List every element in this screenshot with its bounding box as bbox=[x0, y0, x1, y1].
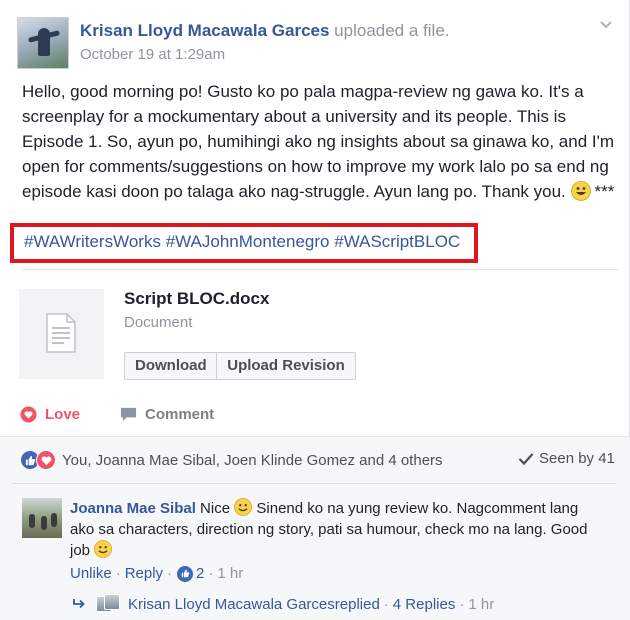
post-header: Krisan Lloyd Macawala Garces uploaded a … bbox=[80, 21, 450, 41]
action-bar: Love Comment bbox=[0, 398, 630, 434]
divider bbox=[22, 269, 618, 270]
author-name[interactable]: Krisan Lloyd Macawala Garces bbox=[80, 21, 329, 40]
post-text: Hello, good morning po! Gusto ko po pala… bbox=[22, 79, 618, 204]
post-timestamp[interactable]: October 19 at 1:29am bbox=[80, 46, 225, 63]
commenter-avatar[interactable] bbox=[22, 498, 62, 538]
replier-name[interactable]: Krisan Lloyd Macawala Garces bbox=[128, 596, 335, 613]
post-card: Krisan Lloyd Macawala Garces uploaded a … bbox=[0, 0, 630, 620]
comment-icon bbox=[120, 407, 137, 422]
separator: · bbox=[167, 565, 173, 582]
replied-text: replied bbox=[334, 595, 380, 613]
separator: · bbox=[115, 565, 121, 582]
replies-count[interactable]: 4 Replies bbox=[393, 596, 456, 613]
reactions-summary[interactable]: You, Joanna Mae Sibal, Joen Klinde Gomez… bbox=[20, 450, 443, 470]
divider bbox=[12, 483, 616, 484]
replies-link[interactable]: Krisan Lloyd Macawala Garces replied · 4… bbox=[72, 594, 494, 614]
comment-text-part: Nice bbox=[195, 500, 235, 517]
hashtags-highlight: #WAWritersWorks #WAJohnMontenegro #WAScr… bbox=[10, 223, 478, 263]
replier-avatars bbox=[96, 594, 120, 614]
reply-time: 1 hr bbox=[468, 595, 495, 613]
heart-icon bbox=[20, 406, 37, 423]
like-count-icon bbox=[177, 565, 194, 582]
file-name[interactable]: Script BLOC.docx bbox=[124, 289, 269, 309]
separator: · bbox=[459, 595, 465, 613]
love-reaction-icon bbox=[36, 450, 56, 470]
comment-label: Comment bbox=[145, 406, 215, 423]
download-button[interactable]: Download bbox=[124, 352, 217, 380]
hashtag-link[interactable]: #WAScriptBLOC bbox=[334, 232, 460, 251]
reply-arrow-icon bbox=[73, 599, 85, 609]
reactions-text: You, Joanna Mae Sibal, Joen Klinde Gomez… bbox=[62, 451, 443, 469]
comment-button[interactable]: Comment bbox=[120, 406, 214, 423]
unlike-link[interactable]: Unlike bbox=[70, 565, 112, 582]
hashtag-link[interactable]: #WAJohnMontenegro bbox=[166, 232, 330, 251]
commenter-name[interactable]: Joanna Mae Sibal bbox=[70, 500, 196, 517]
file-thumbnail[interactable] bbox=[19, 289, 104, 379]
author-avatar[interactable] bbox=[17, 17, 69, 69]
chevron-down-icon[interactable] bbox=[598, 16, 616, 32]
separator: · bbox=[208, 565, 214, 582]
smiley-icon bbox=[570, 181, 591, 201]
comment-meta: Unlike · Reply · 2 · 1 hr bbox=[70, 565, 243, 582]
file-type: Document bbox=[124, 314, 193, 331]
post-body-suffix: *** bbox=[594, 182, 615, 201]
separator: · bbox=[383, 595, 389, 613]
upload-revision-button[interactable]: Upload Revision bbox=[216, 352, 356, 380]
love-button[interactable]: Love bbox=[20, 406, 80, 423]
smiley-icon bbox=[94, 540, 113, 558]
checkmark-icon bbox=[518, 452, 534, 465]
smiley-icon bbox=[234, 498, 253, 516]
hashtag-link[interactable]: #WAWritersWorks bbox=[24, 232, 161, 251]
document-icon bbox=[46, 313, 76, 353]
seen-by[interactable]: Seen by 41 bbox=[518, 450, 615, 467]
post-body: Hello, good morning po! Gusto ko po pala… bbox=[22, 82, 615, 201]
seen-by-text: Seen by 41 bbox=[539, 450, 615, 467]
love-label: Love bbox=[45, 406, 81, 423]
post-action-text: uploaded a file. bbox=[329, 21, 450, 40]
comment-body: Joanna Mae Sibal Nice Sinend ko na yung … bbox=[70, 498, 600, 561]
comment-time[interactable]: 1 hr bbox=[217, 565, 243, 582]
reply-link[interactable]: Reply bbox=[125, 565, 163, 582]
like-count[interactable]: 2 bbox=[196, 565, 204, 582]
